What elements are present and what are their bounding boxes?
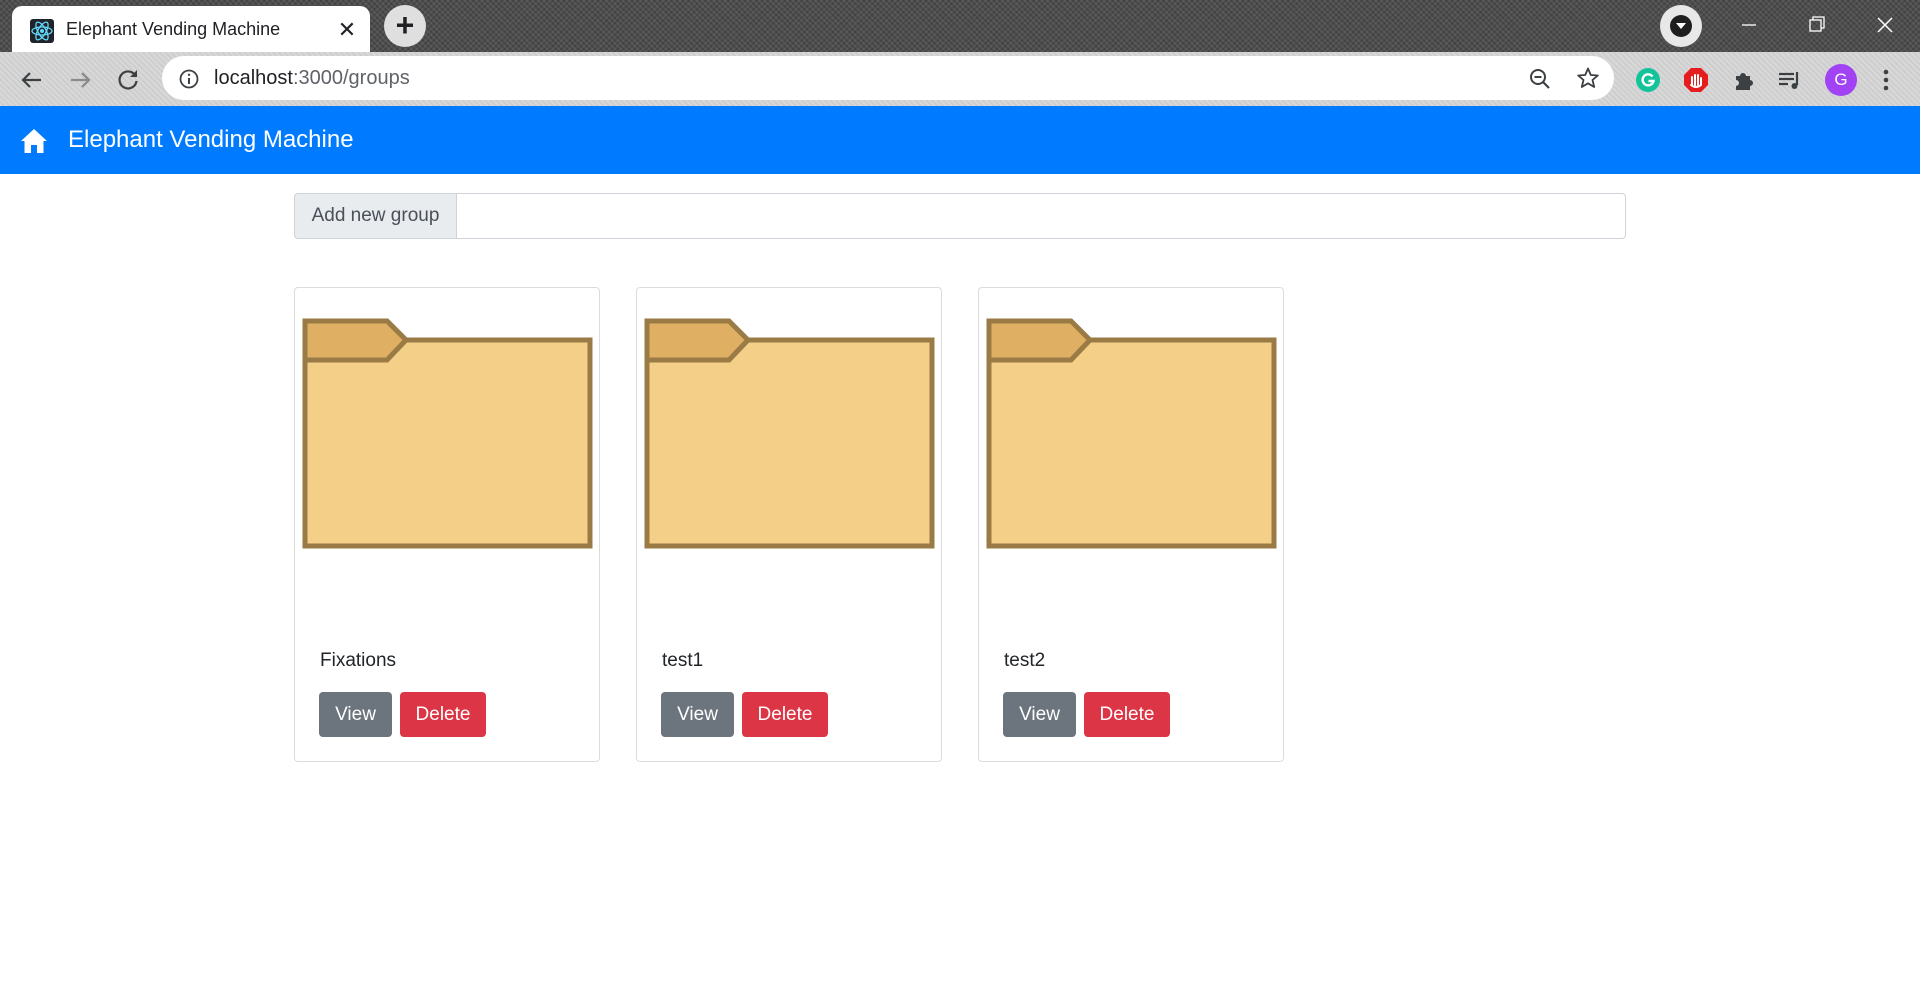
home-icon[interactable] bbox=[20, 128, 48, 154]
star-icon[interactable] bbox=[1576, 66, 1600, 90]
view-button[interactable]: View bbox=[661, 692, 734, 737]
folder-icon bbox=[986, 318, 1277, 549]
new-tab-button[interactable]: + bbox=[384, 5, 426, 47]
add-group-input-group: Add new group bbox=[294, 193, 1626, 239]
close-icon[interactable] bbox=[1870, 10, 1900, 40]
restore-icon[interactable] bbox=[1802, 10, 1832, 40]
zoom-out-icon[interactable] bbox=[1528, 67, 1552, 91]
info-icon[interactable] bbox=[178, 68, 200, 90]
browser-toolbar: localhost:3000/groups G bbox=[0, 52, 1920, 106]
url-host: localhost bbox=[214, 67, 293, 89]
app-navbar: Elephant Vending Machine bbox=[0, 106, 1920, 174]
view-button[interactable]: View bbox=[1003, 692, 1076, 737]
add-group-label: Add new group bbox=[294, 193, 457, 239]
minimize-icon[interactable] bbox=[1734, 10, 1764, 40]
forward-arrow-icon[interactable] bbox=[66, 66, 94, 94]
address-bar[interactable]: localhost:3000/groups bbox=[162, 56, 1614, 100]
url-text[interactable]: localhost:3000/groups bbox=[214, 67, 410, 90]
adblock-icon[interactable] bbox=[1682, 66, 1710, 94]
group-card: Fixations View Delete bbox=[294, 287, 600, 762]
grammarly-icon[interactable] bbox=[1634, 66, 1662, 94]
delete-button[interactable]: Delete bbox=[400, 692, 486, 737]
group-card: test1 View Delete bbox=[636, 287, 942, 762]
profile-avatar[interactable]: G bbox=[1825, 64, 1857, 96]
tab-close-icon[interactable]: ✕ bbox=[336, 19, 358, 41]
browser-tab[interactable]: Elephant Vending Machine ✕ bbox=[12, 6, 370, 52]
back-arrow-icon[interactable] bbox=[18, 66, 46, 94]
extensions-puzzle-icon[interactable] bbox=[1730, 66, 1758, 94]
group-name: Fixations bbox=[320, 650, 397, 671]
tab-title: Elephant Vending Machine bbox=[66, 19, 281, 39]
media-control-icon[interactable] bbox=[1776, 66, 1804, 94]
add-group-input[interactable] bbox=[456, 193, 1626, 239]
reload-icon[interactable] bbox=[114, 66, 142, 94]
group-name: test1 bbox=[662, 650, 704, 671]
react-favicon-icon bbox=[30, 19, 54, 43]
tab-search-button[interactable] bbox=[1660, 5, 1702, 47]
url-path: :3000/groups bbox=[292, 67, 410, 89]
folder-icon bbox=[644, 318, 935, 549]
delete-button[interactable]: Delete bbox=[742, 692, 828, 737]
group-card: test2 View Delete bbox=[978, 287, 1284, 762]
delete-button[interactable]: Delete bbox=[1084, 692, 1170, 737]
more-vert-icon[interactable] bbox=[1876, 66, 1896, 94]
navbar-brand[interactable]: Elephant Vending Machine bbox=[68, 126, 354, 154]
browser-titlebar: Elephant Vending Machine ✕ + bbox=[0, 0, 1920, 52]
folder-icon bbox=[302, 318, 593, 549]
view-button[interactable]: View bbox=[319, 692, 392, 737]
chevron-down-icon bbox=[1670, 15, 1692, 37]
group-name: test2 bbox=[1004, 650, 1046, 671]
